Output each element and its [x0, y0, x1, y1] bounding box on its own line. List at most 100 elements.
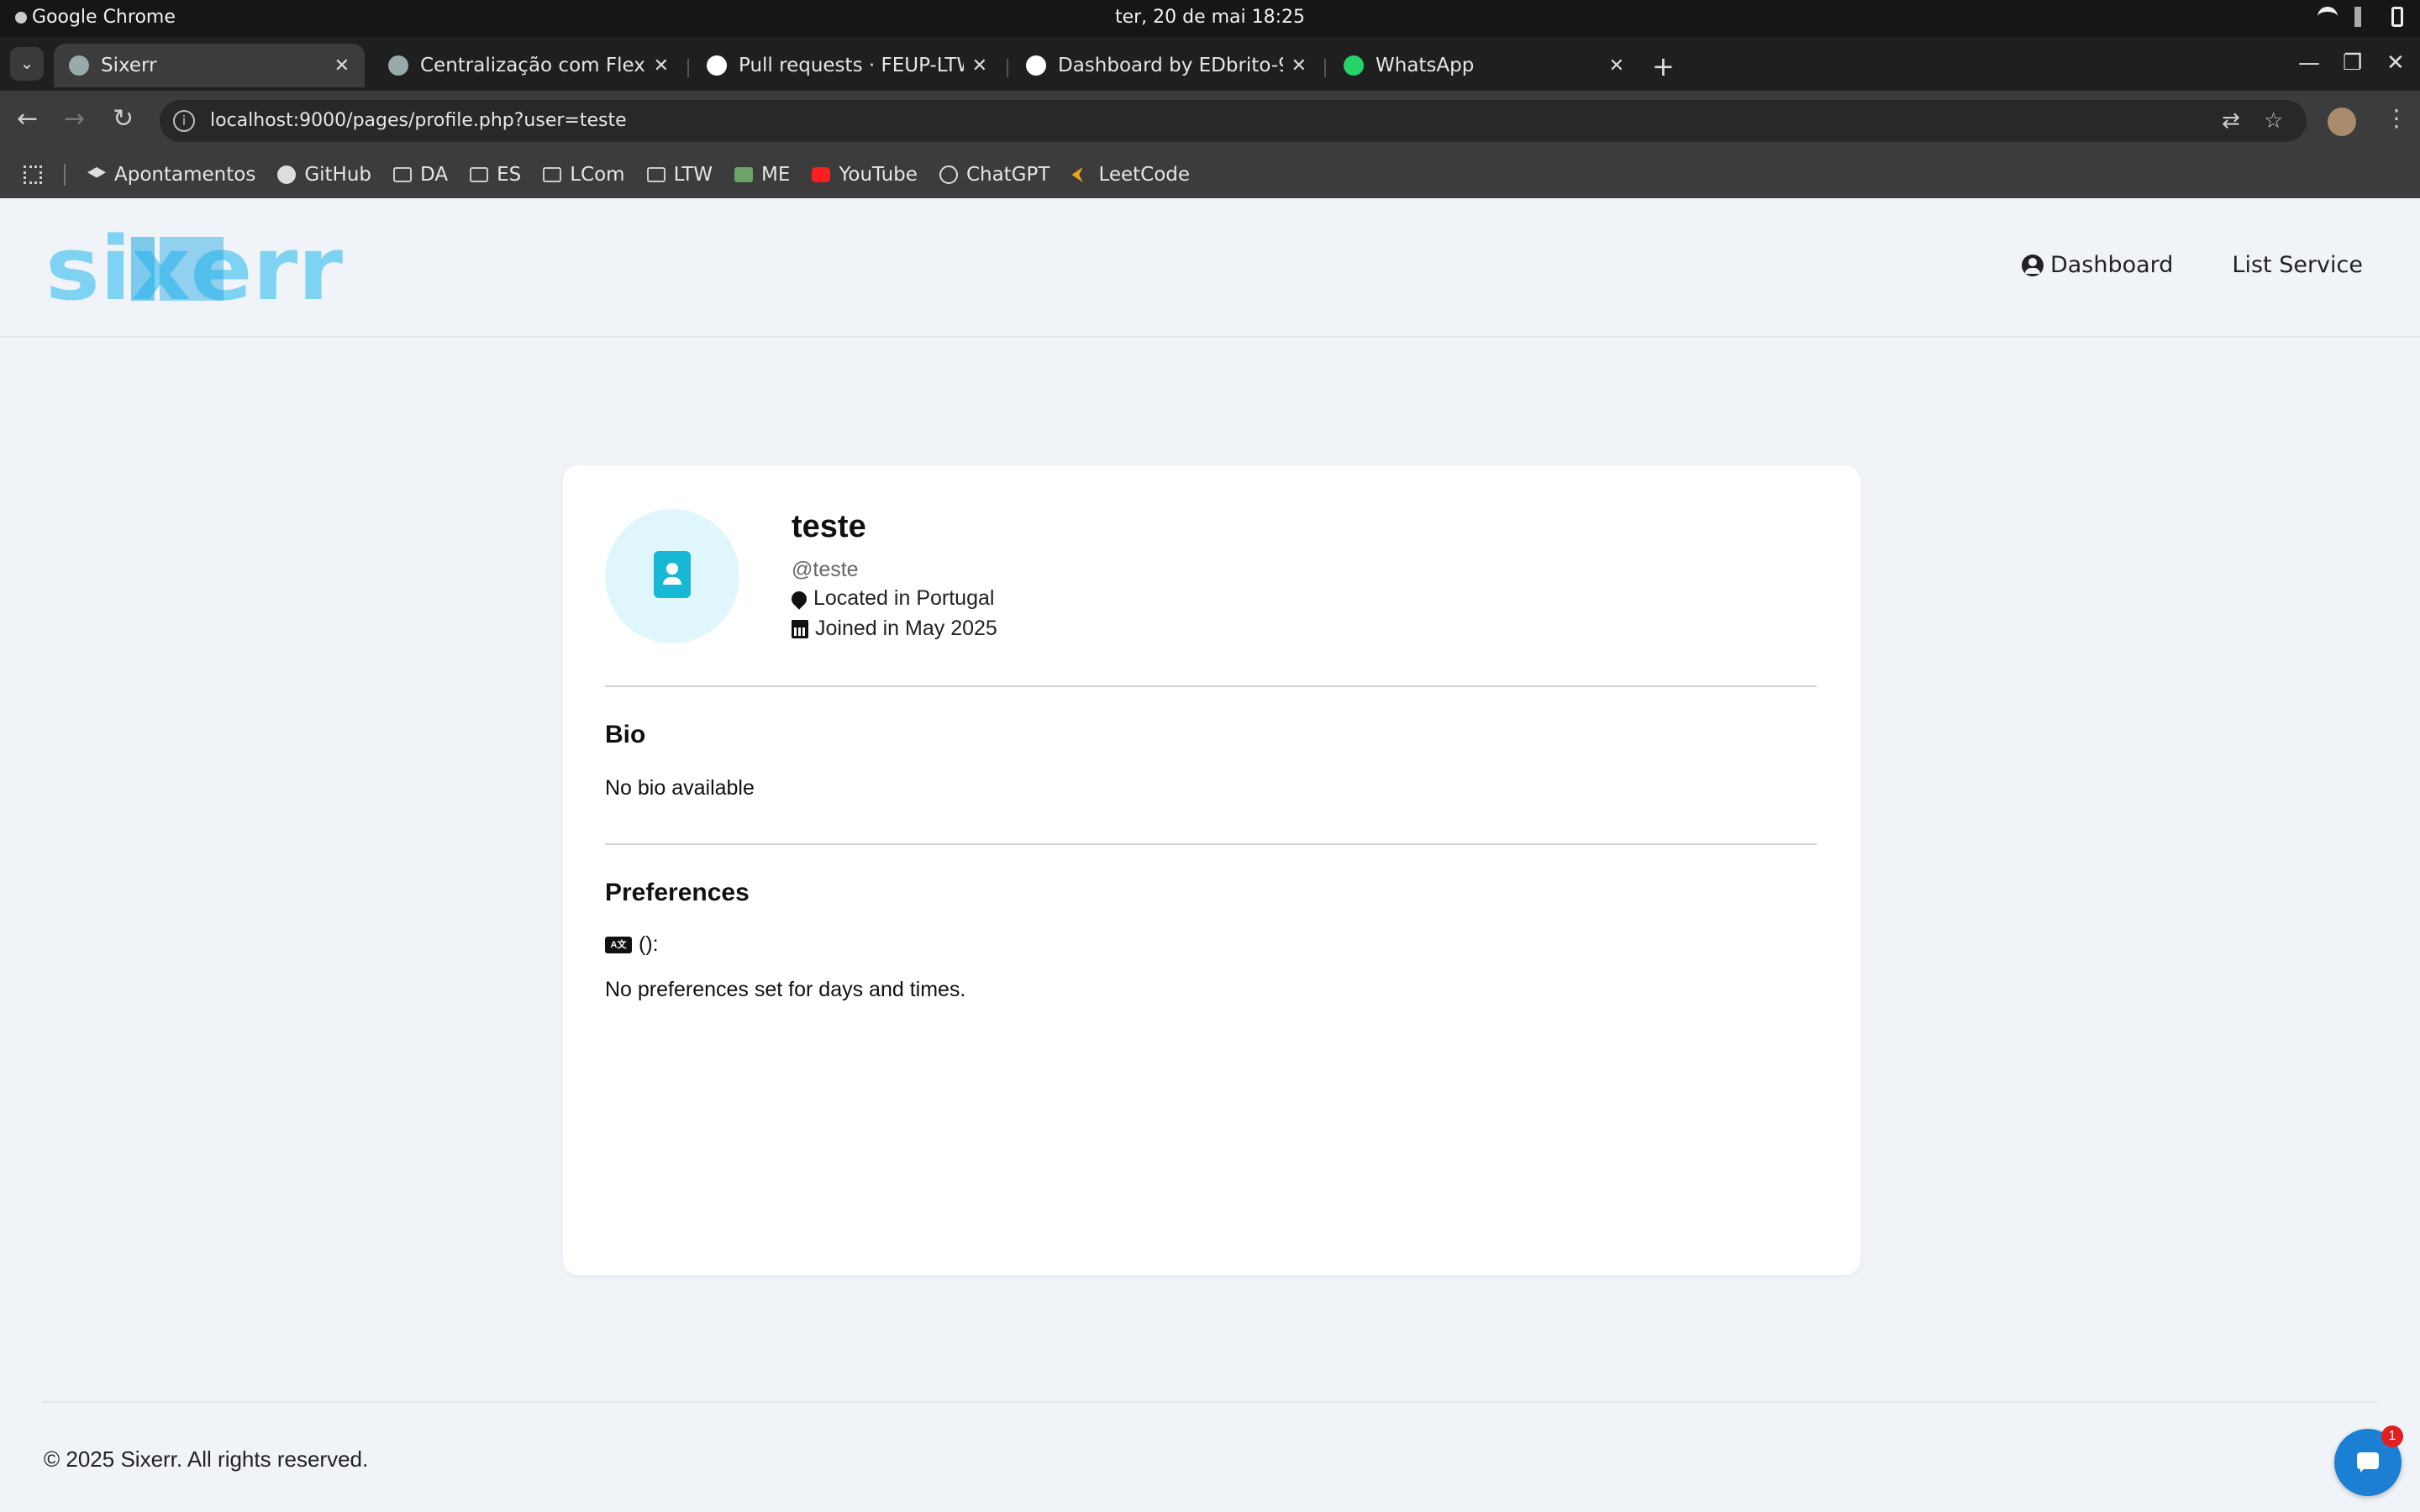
bookmark-label: Apontamentos	[114, 164, 256, 186]
section-divider	[605, 843, 1817, 845]
list-service-label: List Service	[2232, 252, 2363, 278]
site-info-icon[interactable]: i	[173, 110, 195, 132]
chat-bubble-icon	[2357, 1452, 2379, 1473]
tab-sixerr[interactable]: Sixerr ✕	[54, 44, 365, 87]
bookmark-apontamentos[interactable]: Apontamentos	[87, 164, 255, 186]
calendar-icon	[792, 619, 808, 638]
new-tab-button[interactable]: +	[1652, 50, 1675, 82]
bookmark-chatgpt[interactable]: ChatGPT	[939, 164, 1050, 186]
bookmark-label: DA	[420, 164, 449, 186]
address-bar[interactable]: i localhost:9000/pages/profile.php?user=…	[160, 100, 2307, 142]
minimize-button[interactable]: —	[2298, 50, 2320, 76]
tab-separator	[1007, 59, 1008, 77]
battery-icon	[2391, 7, 2403, 27]
forward-button[interactable]: →	[64, 104, 85, 134]
bookmark-es[interactable]: ES	[470, 164, 521, 186]
logo-accent	[131, 237, 155, 301]
back-button[interactable]: ←	[17, 104, 38, 134]
tab-separator	[687, 59, 689, 77]
close-icon[interactable]: ✕	[334, 55, 350, 76]
globe-icon	[69, 55, 89, 76]
tab-flexbox[interactable]: Centralização com Flexb ✕	[373, 44, 684, 87]
close-icon[interactable]: ✕	[1292, 55, 1307, 76]
tab-dashboard[interactable]: Dashboard by EDbrito-9 ✕	[1011, 44, 1322, 87]
preferences-text: No preferences set for days and times.	[605, 978, 966, 1001]
language-text: ():	[639, 932, 659, 956]
profile-handle: @teste	[792, 558, 859, 581]
list-service-link[interactable]: List Service	[2232, 252, 2363, 278]
dashboard-link[interactable]: Dashboard	[2021, 252, 2173, 278]
bookmark-star-icon[interactable]: ☆	[2264, 100, 2283, 142]
openai-icon	[388, 55, 408, 76]
profile-joined: Joined in May 2025	[792, 617, 997, 641]
bookmark-leetcode[interactable]: LeetCode	[1071, 164, 1190, 186]
chatgpt-icon	[939, 165, 958, 184]
menu-kebab-icon[interactable]: ⋮	[2385, 104, 2408, 132]
tab-title: Dashboard by EDbrito-9	[1058, 55, 1283, 76]
bookmarks-bar: Apontamentos GitHub DA ES LCom LTW ME Yo…	[0, 151, 2420, 198]
bookmark-da[interactable]: DA	[393, 164, 448, 186]
logo-accent	[160, 237, 224, 301]
location-text: Located in Portugal	[813, 586, 995, 610]
folder-icon	[393, 167, 413, 182]
tab-separator	[1324, 59, 1326, 77]
profile-card: teste @teste Located in Portugal Joined …	[563, 465, 1860, 1275]
sixerr-logo-mark: sixerr	[45, 218, 343, 320]
joined-text: Joined in May 2025	[815, 617, 997, 640]
site-header: sixerr Dashboard List Service	[0, 198, 2420, 338]
browser-toolbar: ← → ↻ i localhost:9000/pages/profile.php…	[0, 91, 2420, 151]
tab-strip: ⌄ Sixerr ✕ Centralização com Flexb ✕ Pul…	[0, 37, 2420, 91]
github-icon	[277, 165, 297, 184]
bookmark-label: LeetCode	[1098, 164, 1191, 186]
bookmark-lcom[interactable]: LCom	[543, 164, 625, 186]
graduation-cap-icon	[87, 167, 106, 178]
apps-grid-icon[interactable]	[24, 165, 42, 184]
bookmark-label: LCom	[570, 164, 625, 186]
os-top-bar: Google Chrome ter, 20 de mai 18:25	[0, 0, 2420, 37]
close-icon[interactable]: ✕	[972, 55, 987, 76]
translate-icon[interactable]: ⇄	[2222, 100, 2240, 142]
close-icon[interactable]: ✕	[654, 55, 669, 76]
sixerr-logo[interactable]: sixerr	[45, 218, 343, 320]
section-divider	[605, 685, 1817, 687]
tab-title: Centralização com Flexb	[420, 55, 645, 76]
user-circle-icon	[2021, 254, 2044, 276]
bookmark-label: LTW	[673, 164, 713, 186]
folder-icon	[646, 167, 666, 182]
bookmark-me[interactable]: ME	[734, 164, 790, 186]
profile-name: teste	[792, 509, 866, 544]
close-icon[interactable]: ✕	[1609, 55, 1624, 76]
os-system-tray[interactable]	[2317, 7, 2403, 27]
preferences-heading: Preferences	[605, 879, 750, 906]
reload-button[interactable]: ↻	[113, 104, 134, 134]
wifi-icon	[2317, 7, 2338, 27]
bookmark-github[interactable]: GitHub	[277, 164, 371, 186]
map-pin-icon	[788, 587, 810, 610]
url-text: localhost:9000/pages/profile.php?user=te…	[210, 110, 627, 131]
me-icon	[734, 167, 754, 182]
profile-avatar	[605, 509, 739, 643]
bookmark-label: ES	[497, 164, 522, 186]
copyright-text: © 2025 Sixerr. All rights reserved.	[44, 1446, 369, 1472]
site-nav: Dashboard List Service	[2021, 252, 2363, 278]
bookmark-label: ME	[761, 164, 791, 186]
tab-whatsapp[interactable]: WhatsApp ✕	[1328, 44, 1639, 87]
close-window-button[interactable]: ✕	[2386, 50, 2405, 76]
bookmark-label: YouTube	[839, 164, 918, 186]
github-icon	[1026, 55, 1046, 76]
tab-title: WhatsApp	[1376, 55, 1475, 76]
bookmark-youtube[interactable]: YouTube	[812, 164, 918, 186]
chat-button[interactable]: 1	[2334, 1425, 2403, 1496]
language-preference: A文 ():	[605, 932, 659, 957]
tab-search-button[interactable]: ⌄	[10, 47, 44, 81]
profile-avatar-button[interactable]	[2328, 108, 2356, 136]
folder-icon	[470, 167, 489, 182]
bookmark-label: ChatGPT	[965, 164, 1050, 186]
user-badge-icon	[654, 551, 691, 598]
youtube-icon	[812, 167, 831, 182]
os-clock[interactable]: ter, 20 de mai 18:25	[0, 7, 2420, 28]
bookmark-ltw[interactable]: LTW	[646, 164, 713, 186]
tab-pull-requests[interactable]: Pull requests · FEUP-LTW ✕	[692, 44, 1002, 87]
folder-icon	[543, 167, 562, 182]
restore-button[interactable]: ❐	[2343, 50, 2362, 76]
